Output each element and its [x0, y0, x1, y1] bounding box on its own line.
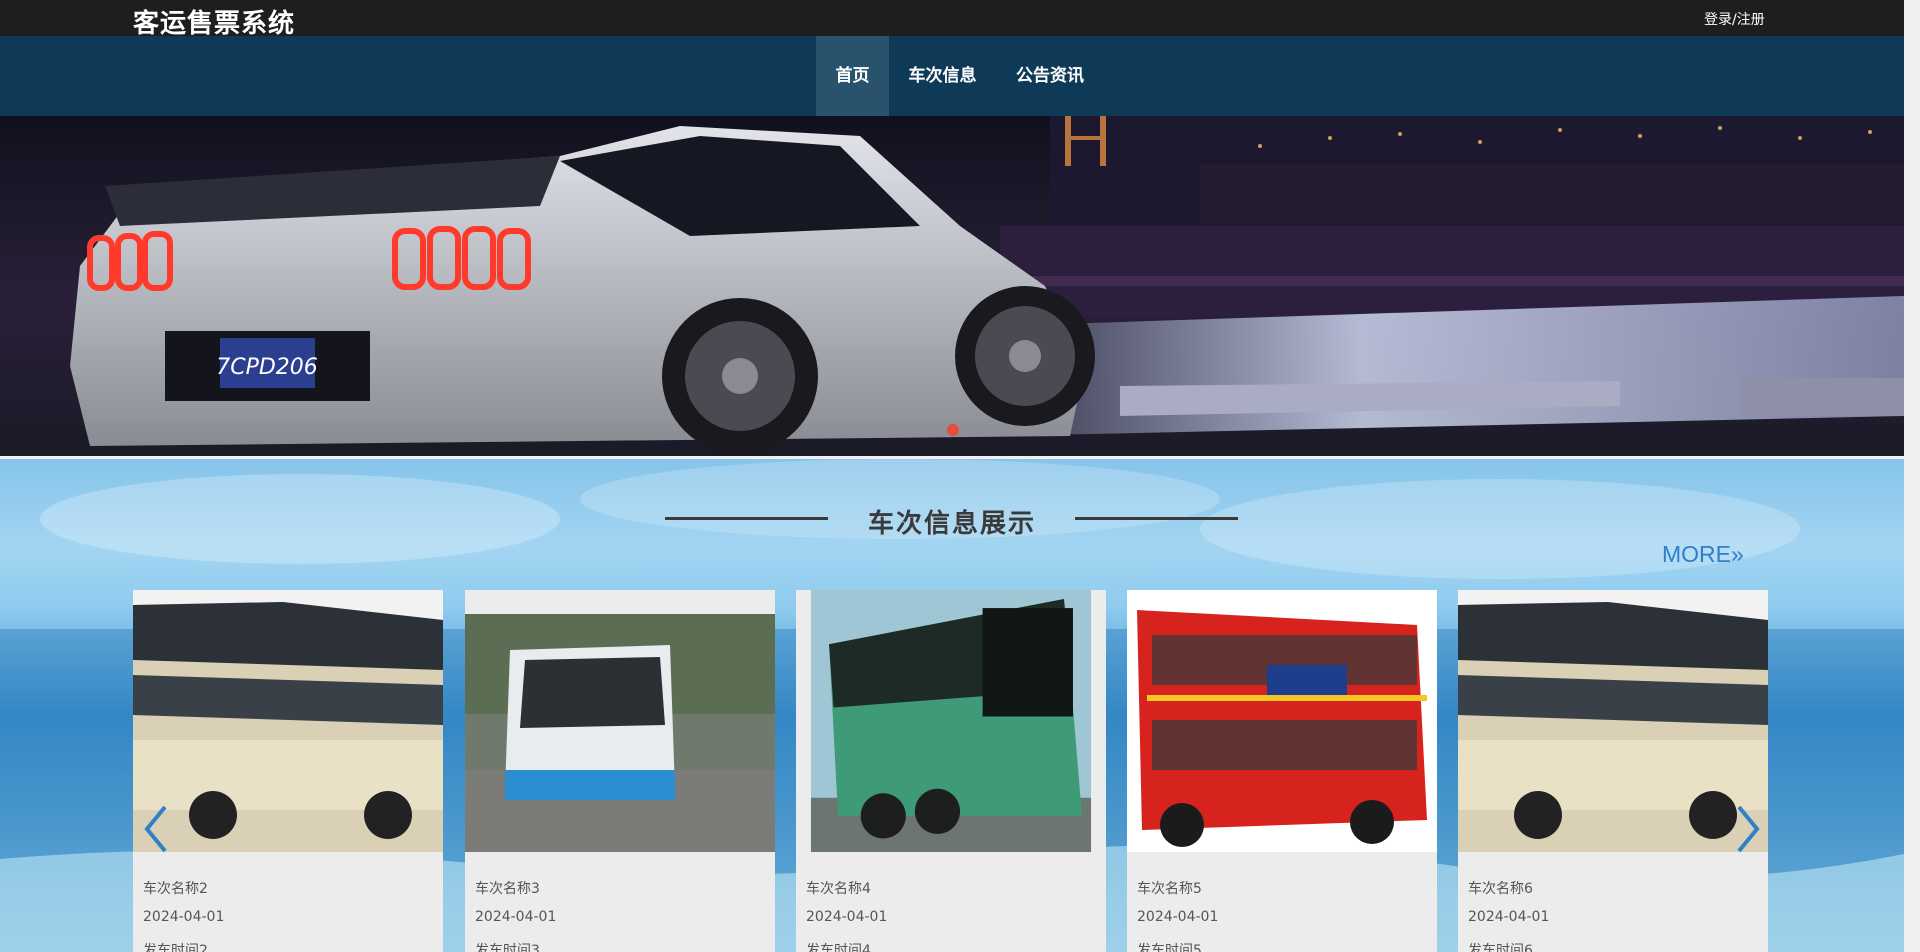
carousel-dot[interactable] — [947, 424, 959, 436]
nav-item-trips[interactable]: 车次信息 — [893, 36, 992, 116]
main-nav: 首页 车次信息 公告资讯 — [0, 36, 1904, 116]
hero-plate: 7CPD206 — [216, 355, 318, 380]
trip-card[interactable]: 车次名称2 2024-04-01 发车时间2 — [133, 590, 443, 952]
trip-date: 2024-04-01 — [143, 909, 225, 925]
hero-banner: 7CPD206 — [0, 116, 1904, 456]
chevron-right-icon[interactable] — [1727, 799, 1767, 859]
trip-card[interactable]: 车次名称4 2024-04-01 发车时间4 — [796, 590, 1106, 952]
chevron-left-icon[interactable] — [137, 799, 177, 859]
trip-depart-time: 发车时间6 — [1468, 943, 1533, 952]
trip-name: 车次名称5 — [1137, 881, 1202, 897]
bus-image-double-decker — [1458, 590, 1768, 852]
bus-image-green-coach — [810, 590, 1092, 852]
top-bar: 客运售票系统 登录/注册 — [0, 0, 1904, 39]
title-divider-right — [1075, 517, 1238, 520]
bus-image-red-double-decker — [1127, 590, 1437, 852]
trips-section: 车次信息展示 MORE» 车次名称2 2024-04-01 发车时间2 车次名称… — [0, 459, 1904, 952]
section-title: 车次信息展示 — [867, 509, 1036, 539]
nav-item-announcements[interactable]: 公告资讯 — [998, 36, 1102, 116]
trip-date: 2024-04-01 — [1468, 909, 1550, 925]
login-register-link[interactable]: 登录/注册 — [1704, 9, 1765, 29]
trip-name: 车次名称4 — [806, 881, 871, 897]
trip-card[interactable]: 车次名称5 2024-04-01 发车时间5 — [1127, 590, 1437, 952]
more-link[interactable]: MORE» — [1662, 541, 1744, 568]
trip-name: 车次名称3 — [475, 881, 540, 897]
bus-image-double-decker — [133, 590, 443, 852]
hero-car-image: 7CPD206 — [70, 116, 1904, 454]
trip-depart-time: 发车时间3 — [475, 943, 540, 952]
trip-date: 2024-04-01 — [1137, 909, 1219, 925]
trip-date: 2024-04-01 — [475, 909, 557, 925]
trip-name: 车次名称2 — [143, 881, 208, 897]
trip-name: 车次名称6 — [1468, 881, 1533, 897]
trip-date: 2024-04-01 — [806, 909, 888, 925]
nav-item-home[interactable]: 首页 — [816, 36, 889, 116]
bus-image-minibus — [465, 590, 775, 852]
trip-depart-time: 发车时间2 — [143, 943, 208, 952]
trip-card[interactable]: 车次名称3 2024-04-01 发车时间3 — [465, 590, 775, 952]
trip-card[interactable]: 车次名称6 2024-04-01 发车时间6 — [1458, 590, 1768, 952]
site-title: 客运售票系统 — [133, 9, 296, 39]
trip-depart-time: 发车时间4 — [806, 943, 871, 952]
trip-depart-time: 发车时间5 — [1137, 943, 1202, 952]
